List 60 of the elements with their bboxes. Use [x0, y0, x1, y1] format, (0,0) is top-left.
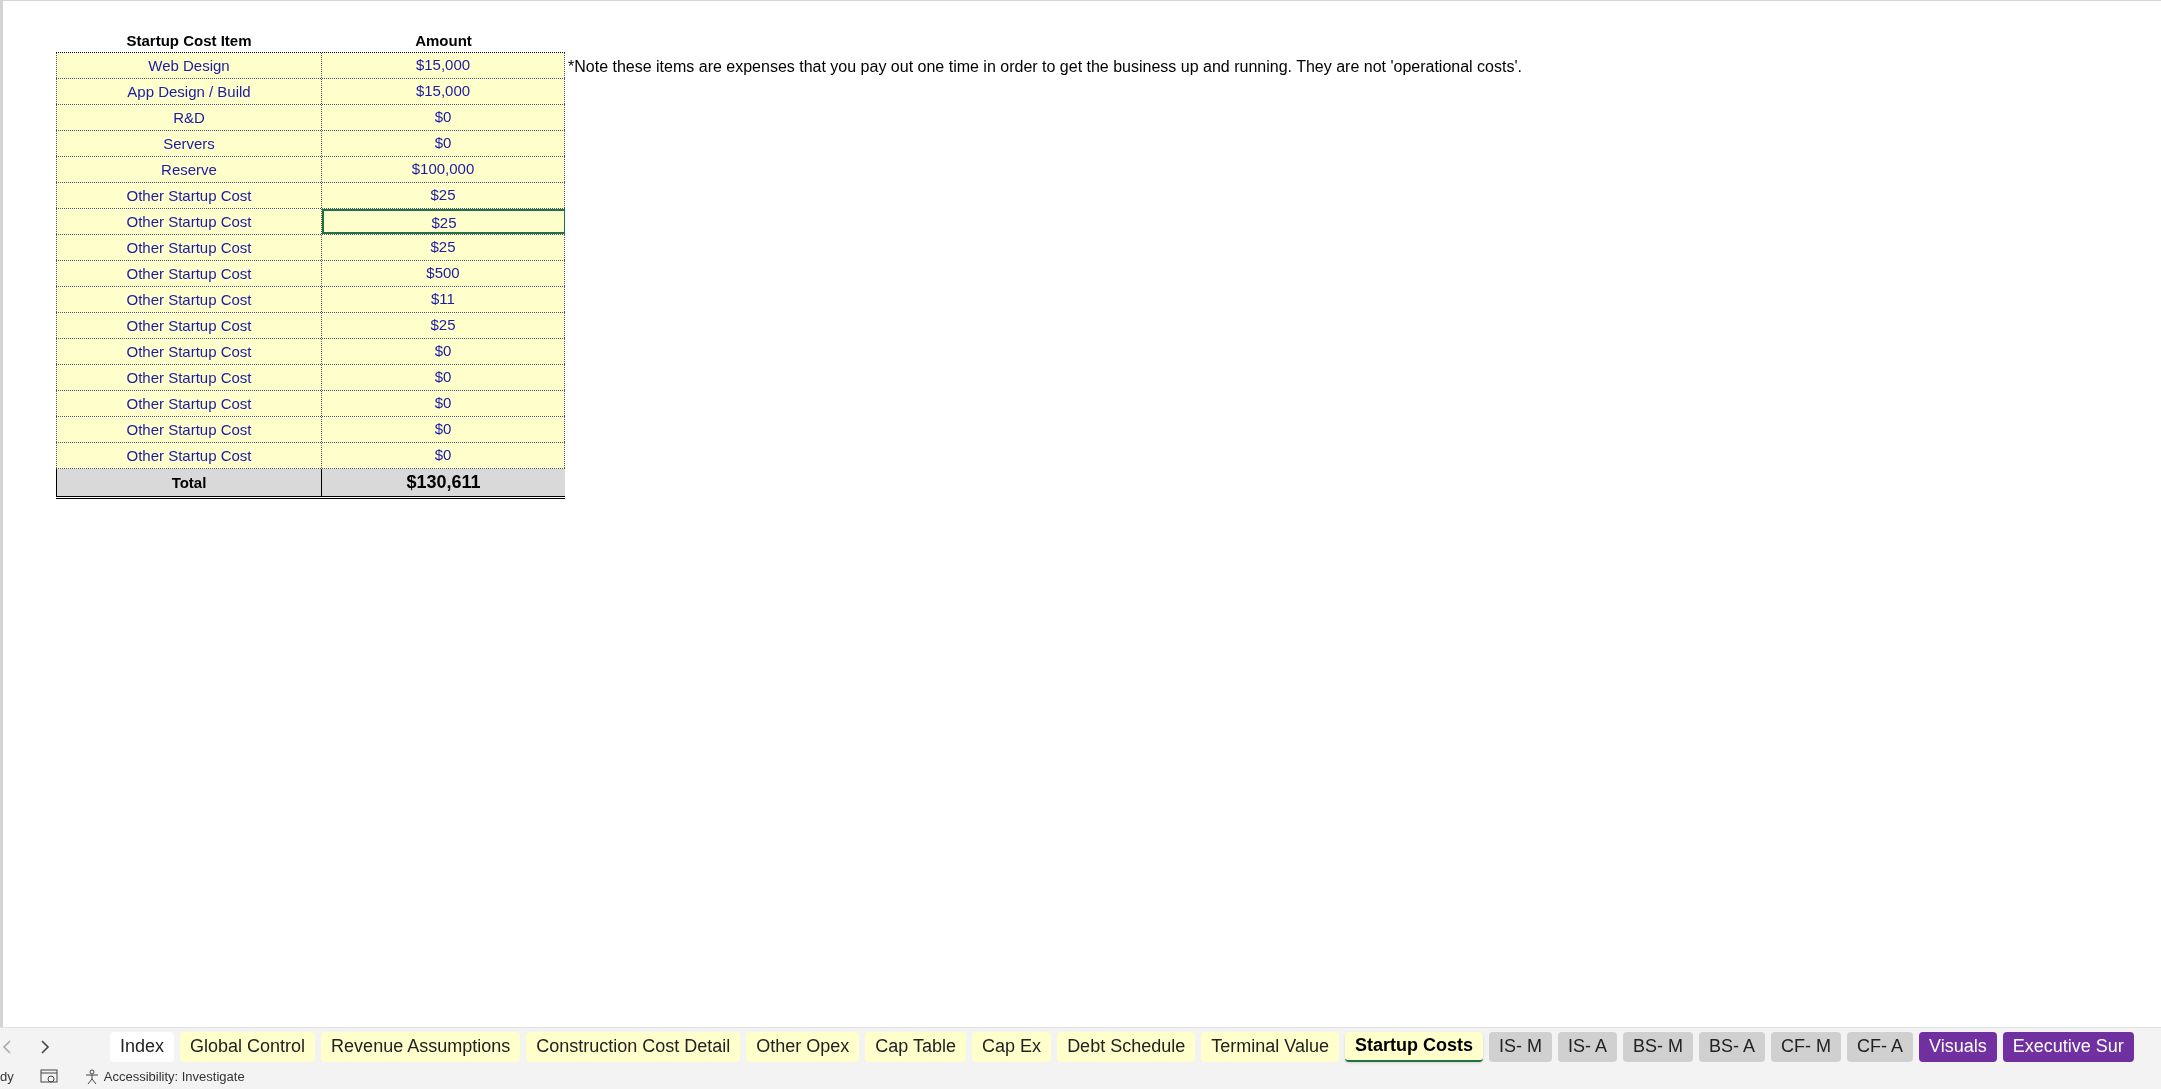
scroll-right-icon[interactable]	[40, 1038, 50, 1055]
sheet-tab[interactable]: Startup Costs	[1344, 1031, 1483, 1062]
total-label: Total	[56, 469, 322, 496]
table-cell: Other Startup Cost	[56, 261, 322, 286]
table-cell: App Design / Build	[56, 79, 322, 104]
table-cell[interactable]: $25	[322, 313, 565, 338]
table-cell: Other Startup Cost	[56, 391, 322, 416]
sheet-tab[interactable]: CF- A	[1847, 1031, 1914, 1062]
table-cell: Other Startup Cost	[56, 443, 322, 468]
table-cell: R&D	[56, 105, 322, 130]
sheet-tab[interactable]: CF- M	[1771, 1031, 1841, 1062]
sheet-tab[interactable]: Other Opex	[746, 1031, 860, 1062]
sheet-tab[interactable]: BS- A	[1699, 1031, 1766, 1062]
table-cell[interactable]: $25	[322, 209, 565, 234]
sheet-tab[interactable]: Global Control	[180, 1031, 316, 1062]
table-cell: Other Startup Cost	[56, 209, 322, 234]
table-cell: Reserve	[56, 157, 322, 182]
accessibility-icon[interactable]	[83, 1069, 100, 1085]
table-cell: Other Startup Cost	[56, 365, 322, 390]
table-cell: Other Startup Cost	[56, 183, 322, 208]
sheet-tab[interactable]: Debt Schedule	[1057, 1031, 1196, 1062]
sheet-tab[interactable]: Terminal Value	[1201, 1031, 1339, 1062]
sheet-tab[interactable]: Executive Sur	[2002, 1031, 2134, 1062]
sheet-tab[interactable]: IS- A	[1557, 1031, 1617, 1062]
table-cell[interactable]: $25	[322, 235, 565, 260]
macro-recorder-icon[interactable]	[39, 1069, 58, 1085]
table-cell[interactable]: $0	[322, 131, 565, 156]
table-cell: Other Startup Cost	[56, 417, 322, 442]
sheet-tab[interactable]: Index	[110, 1031, 175, 1062]
table-cell[interactable]: $0	[322, 391, 565, 416]
note-text: *Note these items are expenses that you pay out one time in order to get the business up and running. They are not 'operational costs'.	[568, 57, 1522, 77]
table-cell: Web Design	[56, 53, 322, 78]
sheet-tab[interactable]: Revenue Assumptions	[321, 1031, 521, 1062]
table-cell: Other Startup Cost	[56, 287, 322, 312]
total-amount: $130,611	[322, 469, 565, 496]
sheet-tab[interactable]: Cap Table	[865, 1031, 967, 1062]
table-cell[interactable]: $0	[322, 105, 565, 130]
table-cell: Servers	[56, 131, 322, 156]
sheet-tab[interactable]: IS- M	[1488, 1031, 1552, 1062]
table-cell[interactable]: $0	[322, 443, 565, 468]
table-cell[interactable]: $0	[322, 365, 565, 390]
table-cell: Other Startup Cost	[56, 235, 322, 260]
sheet-tab[interactable]: Construction Cost Detail	[526, 1031, 741, 1062]
table-cell[interactable]: $15,000	[322, 53, 565, 78]
table-cell[interactable]: $0	[322, 339, 565, 364]
sheet-tab[interactable]: BS- M	[1623, 1031, 1693, 1062]
status-mode: dy	[0, 1068, 14, 1087]
accessibility-status[interactable]: Accessibility: Investigate	[103, 1067, 245, 1087]
sheet-tab[interactable]: Visuals	[1919, 1031, 1997, 1062]
table-cell: Other Startup Cost	[56, 313, 322, 338]
column-header: Startup Cost Item	[125, 31, 253, 51]
table-cell[interactable]: $500	[322, 261, 565, 286]
sheet-tab[interactable]: Cap Ex	[972, 1031, 1052, 1062]
table-cell[interactable]: $100,000	[322, 157, 565, 182]
table-cell: Other Startup Cost	[56, 339, 322, 364]
table-cell[interactable]: $0	[322, 417, 565, 442]
column-header: Amount	[414, 31, 473, 51]
table-cell[interactable]: $15,000	[322, 79, 565, 104]
table-cell[interactable]: $11	[322, 287, 565, 312]
table-cell[interactable]: $25	[322, 183, 565, 208]
